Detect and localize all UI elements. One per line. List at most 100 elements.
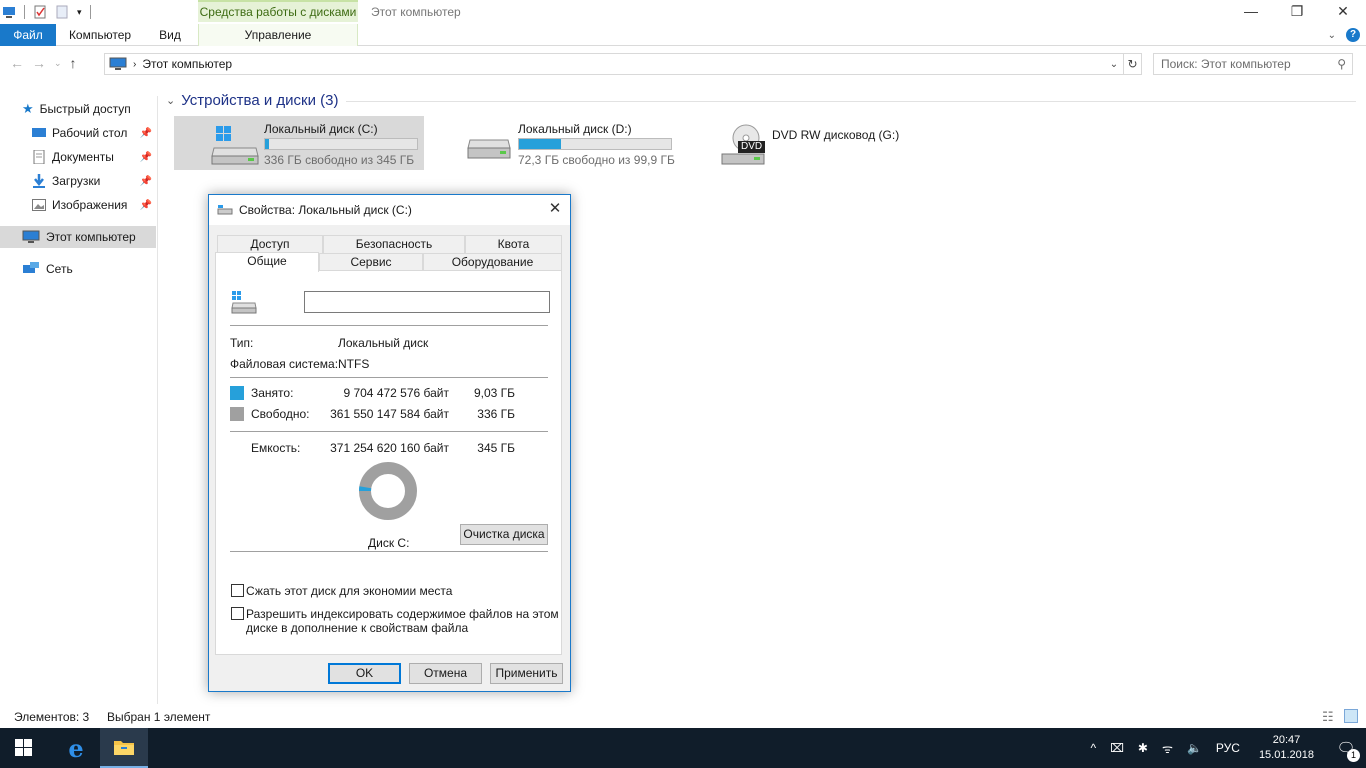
documents-icon (33, 150, 45, 164)
taskbar-edge[interactable]: e (52, 728, 100, 768)
sidebar-item-documents[interactable]: Документы 📌 (32, 146, 156, 168)
close-button[interactable]: ✕ (1320, 0, 1366, 24)
desktop-icon (32, 128, 46, 137)
window-title: Этот компьютер (371, 5, 461, 19)
clock[interactable]: 20:47 15.01.2018 (1247, 733, 1326, 763)
used-space-swatch (230, 386, 244, 400)
help-icon[interactable]: ? (1346, 28, 1360, 42)
group-header[interactable]: ⌄ Устройства и диски (3) (166, 92, 338, 109)
drive-dvd[interactable]: DVD DVD RW дисковод (G:) (682, 116, 932, 170)
tab-sharing[interactable]: Доступ (217, 235, 323, 253)
breadcrumb[interactable]: Этот компьютер (142, 57, 232, 71)
apply-button[interactable]: Применить (490, 663, 563, 684)
tab-security[interactable]: Безопасность (323, 235, 465, 253)
address-dropdown-icon[interactable]: ⌄ (1105, 59, 1123, 70)
sidebar-item-desktop[interactable]: Рабочий стол 📌 (32, 122, 156, 144)
show-hidden-icons-icon[interactable]: ^ (1083, 741, 1103, 755)
ok-button[interactable]: OK (328, 663, 401, 684)
disk-cleanup-button[interactable]: Очистка диска (460, 524, 548, 545)
pin-icon[interactable]: 📌 (140, 176, 152, 187)
free-gb: 336 ГБ (477, 407, 515, 421)
wifi-icon[interactable]: ᯤ (1155, 740, 1180, 757)
free-bytes: 361 550 147 584 байт (330, 407, 449, 421)
tab-manage[interactable]: Управление (198, 24, 358, 46)
tab-quota[interactable]: Квота (465, 235, 562, 253)
used-label: Занято: (251, 386, 294, 400)
tab-view[interactable]: Вид (150, 24, 190, 46)
index-checkbox[interactable] (231, 607, 244, 620)
drive-icon (217, 205, 233, 215)
pin-icon[interactable]: 📌 (140, 152, 152, 163)
chevron-down-icon[interactable]: ⌄ (166, 94, 175, 107)
search-placeholder: Поиск: Этот компьютер (1161, 57, 1291, 71)
sidebar-item-network[interactable]: Сеть (22, 258, 156, 280)
system-drive-icon (211, 126, 259, 165)
index-label-continued: диске в дополнение к свойствам файла (246, 621, 469, 635)
properties-icon[interactable] (33, 5, 47, 19)
system-tray: ^ ⌧ ✱ ᯤ 🔈 РУС 20:47 15.01.2018 🗨 1 (1083, 728, 1366, 768)
selection-count: Выбран 1 элемент (107, 710, 211, 724)
pin-icon[interactable]: 📌 (140, 128, 152, 139)
volume-label-input[interactable] (304, 291, 550, 313)
sidebar-item-quick-access[interactable]: ★ Быстрый доступ (22, 98, 156, 120)
quick-access-toolbar: ▾ (2, 3, 91, 21)
breadcrumb-chevron-icon[interactable]: › (133, 59, 136, 70)
expand-ribbon-icon[interactable]: ⌄ (1328, 30, 1336, 41)
drive-d[interactable]: Локальный диск (D:) 72,3 ГБ свободно из … (428, 116, 678, 170)
qat-dropdown-icon[interactable]: ▾ (77, 7, 82, 18)
sidebar-item-pictures[interactable]: Изображения 📌 (32, 194, 156, 216)
address-bar[interactable]: › Этот компьютер ⌄ (104, 53, 1124, 75)
search-input[interactable]: Поиск: Этот компьютер ⚲ (1153, 53, 1353, 75)
computer-icon[interactable] (2, 5, 16, 19)
sidebar-item-downloads[interactable]: Загрузки 📌 (32, 170, 156, 192)
clock-time: 20:47 (1272, 734, 1301, 746)
up-arrow-icon[interactable]: ↑ (70, 55, 77, 71)
capacity-label: Емкость: (251, 441, 301, 455)
taskbar-file-explorer[interactable] (100, 728, 148, 768)
forward-arrow-icon[interactable]: → (32, 55, 46, 71)
network-icon (23, 262, 39, 273)
pin-icon[interactable]: 📌 (140, 200, 152, 211)
new-folder-icon[interactable] (55, 5, 69, 19)
general-tab-panel: Тип: Локальный диск Файловая система: NT… (215, 270, 562, 655)
drive-icon (467, 139, 511, 159)
computer-icon (109, 57, 127, 70)
details-view-icon[interactable]: ☷ (1322, 709, 1334, 725)
compress-checkbox[interactable] (231, 584, 244, 597)
volume-icon[interactable]: 🔈 (1180, 741, 1209, 755)
folder-icon (114, 741, 134, 755)
tab-hardware[interactable]: Оборудование (423, 253, 562, 271)
drive-name: Локальный диск (D:) (518, 122, 632, 136)
type-value: Локальный диск (338, 336, 429, 350)
minimize-button[interactable]: — (1228, 0, 1274, 24)
divider (230, 431, 548, 432)
refresh-button[interactable]: ↻ (1124, 53, 1142, 75)
drive-c[interactable]: Локальный диск (C:) 336 ГБ свободно из 3… (174, 116, 424, 170)
start-button[interactable] (0, 728, 48, 768)
dialog-close-button[interactable]: ✕ (546, 201, 564, 219)
tab-file[interactable]: Файл (0, 24, 56, 46)
tab-general[interactable]: Общие (215, 252, 319, 272)
navigation-pane: ★ Быстрый доступ Рабочий стол 📌 Документ… (0, 96, 158, 704)
tab-row-front: Общие Сервис Оборудование (215, 252, 562, 272)
drive-usage-bar (264, 138, 418, 150)
group-title: Устройства и диски (3) (181, 92, 339, 109)
separator (89, 5, 91, 19)
action-center-button[interactable]: 🗨 1 (1326, 728, 1366, 768)
tab-tools[interactable]: Сервис (319, 253, 423, 271)
back-arrow-icon[interactable]: ← (10, 55, 24, 71)
language-indicator[interactable]: РУС (1209, 741, 1247, 755)
tab-computer[interactable]: Компьютер (60, 24, 140, 46)
search-icon[interactable]: ⚲ (1337, 57, 1346, 71)
free-label: Свободно: (251, 407, 310, 421)
cancel-button[interactable]: Отмена (409, 663, 482, 684)
sidebar-item-this-pc[interactable]: Этот компьютер (0, 226, 156, 248)
maximize-button[interactable]: ❐ (1274, 0, 1320, 24)
network-status-icon[interactable]: ⌧ (1103, 741, 1131, 755)
bluetooth-icon[interactable]: ✱ (1131, 741, 1155, 755)
large-icons-view-icon[interactable] (1344, 709, 1358, 723)
recent-dropdown-icon[interactable]: ⌄ (54, 55, 62, 71)
taskbar: e ^ ⌧ ✱ ᯤ 🔈 РУС 20:47 15.01.2018 🗨 1 (0, 728, 1366, 768)
properties-dialog: Свойства: Локальный диск (C:) ✕ Доступ Б… (208, 194, 571, 692)
filesystem-value: NTFS (338, 357, 370, 371)
